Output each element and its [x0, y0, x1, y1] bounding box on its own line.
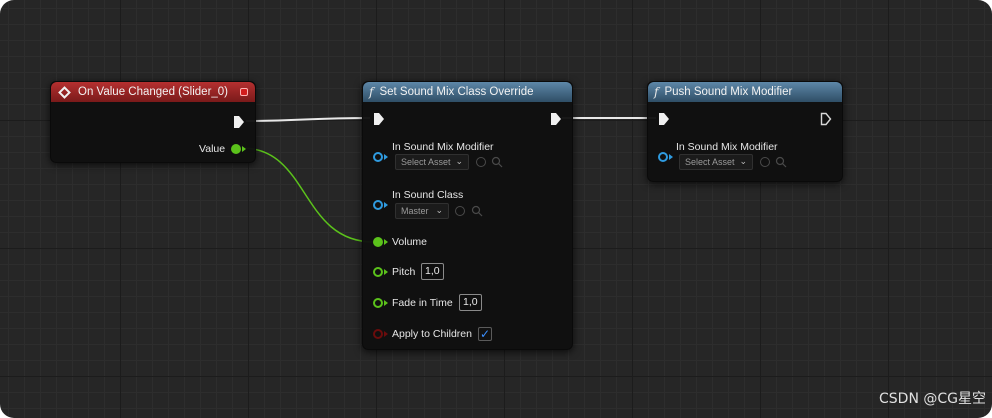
apply-to-children-pin-icon[interactable] — [373, 329, 383, 339]
volume-pin-icon[interactable] — [373, 237, 383, 247]
sound-class-label: In Sound Class — [392, 189, 464, 201]
exec-in-pin-icon[interactable] — [658, 112, 670, 126]
apply-to-children-checkbox[interactable]: ✓ — [478, 327, 492, 341]
sound-mix-modifier-asset-value: Select Asset — [401, 157, 451, 167]
exec-out-pin-icon[interactable] — [550, 112, 562, 126]
use-selected-asset-icon[interactable] — [455, 206, 465, 216]
sound-class-asset-select[interactable]: Master ⌄ — [395, 203, 449, 219]
sound-mix-modifier-asset-value: Select Asset — [685, 157, 735, 167]
volume-label: Volume — [392, 236, 428, 248]
fade-in-time-input[interactable]: 1,0 — [459, 294, 482, 311]
sound-mix-modifier-asset-select[interactable]: Select Asset ⌄ — [395, 154, 469, 170]
watermark-text: CSDN @CG星空 — [879, 391, 986, 407]
event-node-title: On Value Changed (Slider_0) — [78, 86, 229, 98]
use-selected-asset-icon[interactable] — [476, 157, 486, 167]
value-pin-label: Value — [199, 143, 226, 155]
push-modifier-node-header[interactable]: f Push Sound Mix Modifier — [648, 82, 842, 102]
event-node-on-value-changed[interactable]: On Value Changed (Slider_0) Value — [50, 81, 256, 163]
sound-mix-modifier-asset-select[interactable]: Select Asset ⌄ — [679, 154, 753, 170]
chevron-down-icon: ⌄ — [455, 156, 463, 166]
pitch-label: Pitch — [392, 266, 416, 278]
exec-out-pin-icon[interactable] — [233, 115, 245, 129]
chevron-down-icon: ⌄ — [435, 205, 443, 215]
sound-class-asset-value: Master — [401, 206, 429, 216]
float-wire-value-to-volume[interactable] — [241, 147, 375, 243]
function-icon: f — [369, 85, 374, 99]
value-out-pin-icon[interactable] — [231, 144, 241, 154]
exec-in-pin-icon[interactable] — [373, 112, 385, 126]
volume-pin-arrow-icon — [384, 239, 388, 245]
set-override-node-header[interactable]: f Set Sound Mix Class Override — [363, 82, 572, 102]
chevron-down-icon: ⌄ — [739, 156, 747, 166]
event-node-header[interactable]: On Value Changed (Slider_0) — [51, 82, 255, 102]
blueprint-graph-canvas[interactable]: On Value Changed (Slider_0) Value f Set … — [0, 0, 992, 418]
function-node-push-sound-mix-modifier[interactable]: f Push Sound Mix Modifier In Sound Mix M… — [647, 81, 843, 182]
pitch-pin-arrow-icon — [384, 269, 388, 275]
sound-class-pin-arrow-icon — [384, 202, 388, 208]
sound-mix-modifier-pin-icon[interactable] — [373, 152, 383, 162]
push-modifier-node-title: Push Sound Mix Modifier — [664, 86, 793, 98]
sound-mix-modifier-pin-arrow-icon — [669, 154, 673, 160]
pitch-pin-icon[interactable] — [373, 267, 383, 277]
function-icon: f — [654, 85, 659, 99]
browse-asset-icon[interactable] — [471, 205, 483, 217]
event-diamond-icon — [58, 85, 71, 99]
fade-in-time-pin-arrow-icon — [384, 300, 388, 306]
sound-mix-modifier-label: In Sound Mix Modifier — [392, 141, 494, 153]
pitch-input[interactable]: 1,0 — [421, 263, 444, 280]
sound-mix-modifier-label: In Sound Mix Modifier — [676, 141, 778, 153]
apply-to-children-label: Apply to Children — [392, 328, 472, 340]
set-override-node-title: Set Sound Mix Class Override — [379, 86, 534, 98]
fade-in-time-pin-icon[interactable] — [373, 298, 383, 308]
sound-mix-modifier-pin-icon[interactable] — [658, 152, 668, 162]
delegate-pin-icon[interactable] — [240, 88, 248, 96]
use-selected-asset-icon[interactable] — [760, 157, 770, 167]
sound-class-pin-icon[interactable] — [373, 200, 383, 210]
function-node-set-sound-mix-class-override[interactable]: f Set Sound Mix Class Override In Sound … — [362, 81, 573, 350]
value-pin-arrow-icon — [242, 146, 246, 152]
browse-asset-icon[interactable] — [491, 156, 503, 168]
exec-out-pin-icon[interactable] — [820, 112, 832, 126]
browse-asset-icon[interactable] — [775, 156, 787, 168]
sound-mix-modifier-pin-arrow-icon — [384, 154, 388, 160]
apply-to-children-pin-arrow-icon — [384, 331, 388, 337]
exec-wire-event-to-set[interactable] — [245, 117, 371, 122]
fade-in-time-label: Fade in Time — [392, 297, 453, 309]
